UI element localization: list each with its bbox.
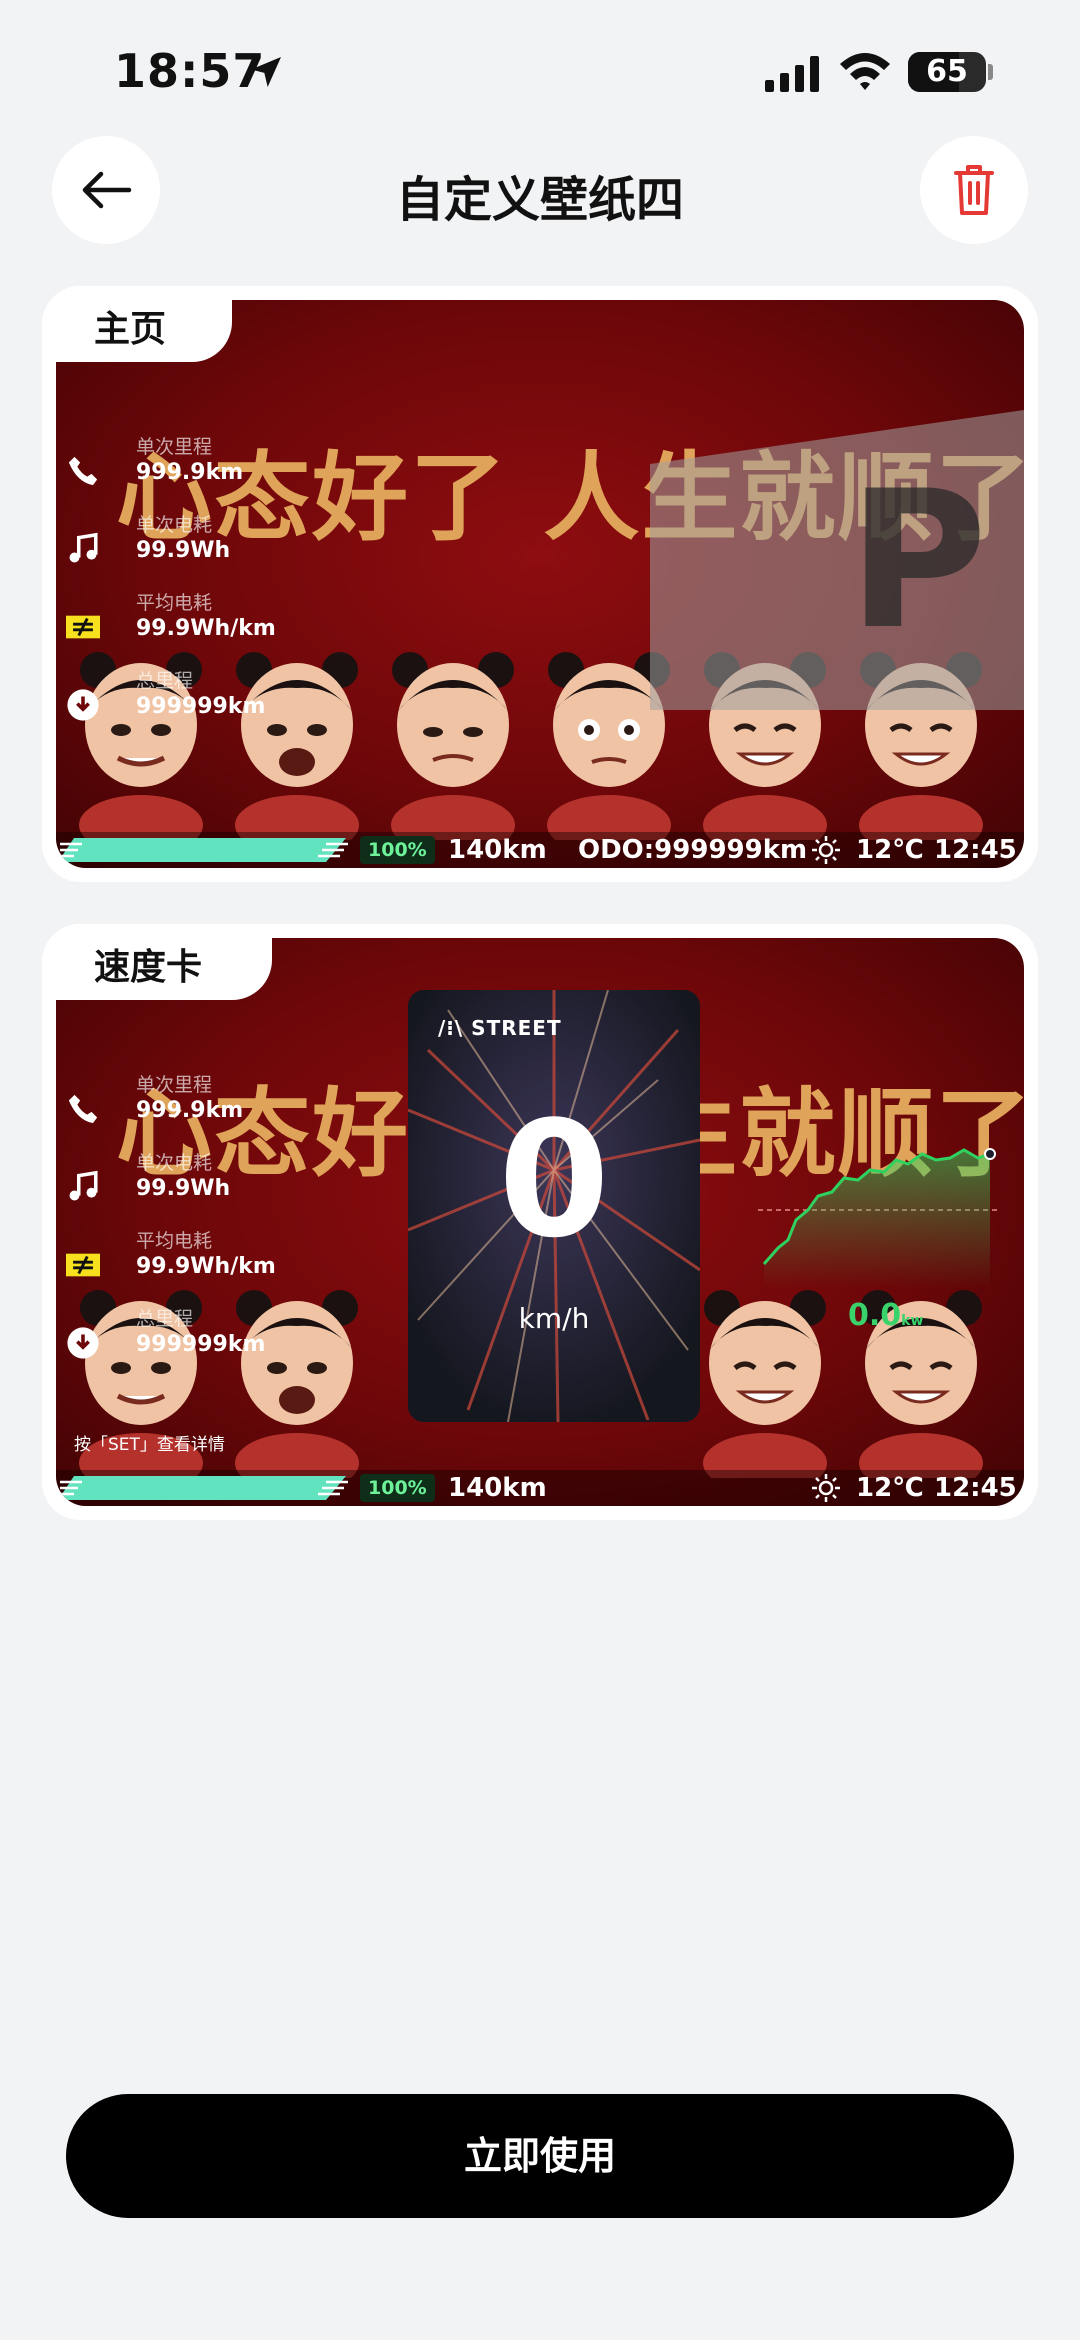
location-arrow-icon [251,57,281,87]
stat-average-consumption: 平均电耗 99.9Wh/km [66,588,276,666]
battery-gauge [58,1476,348,1500]
range-value: 140km [448,835,547,865]
speed-unit: km/h [518,1302,590,1335]
battery-gauge [58,838,348,862]
stat-value: 999.9km [136,460,244,485]
power-chart [758,1148,998,1288]
card-tag: 速度卡 [42,924,272,1000]
charge-badge: 100% [360,1474,435,1502]
stat-value: 99.9Wh/km [136,616,276,641]
character-figure [391,652,515,840]
delete-button[interactable] [920,136,1028,244]
music-note-icon [69,1170,98,1201]
status-bar: 18:57 65 [0,0,1080,140]
stat-label: 平均电耗 [136,1230,213,1252]
set-hint: 按「SET」查看详情 [74,1435,225,1455]
not-equal-icon [66,1253,100,1277]
wallpaper-preview: 心态好了 人生就顺了 P 单次里程 999.9km 单次电耗 99.9Wh 平均… [56,300,1024,868]
stat-label: 总里程 [136,670,194,692]
street-logo-icon: /⁝\ [438,1016,472,1040]
battery-cap [988,64,993,80]
sun-icon [812,836,840,864]
stat-total-distance: 总里程 999999km [66,666,266,744]
stat-label: 单次里程 [136,1074,213,1096]
sun-icon [812,1474,840,1502]
stat-label: 单次里程 [136,436,213,458]
stat-average-consumption: 平均电耗 99.9Wh/km [66,1226,276,1304]
charge-badge: 100% [360,836,435,864]
stat-value: 99.9Wh [136,538,231,563]
speed-value: 0 [498,1086,610,1273]
stat-value: 999999km [136,694,266,719]
stat-value: 99.9Wh [136,1176,231,1201]
download-circle-icon [67,1327,99,1359]
dashboard-bottom-bar: 100% 140km 12℃ 12:45 [56,1470,1024,1506]
stat-value: 999999km [136,1332,266,1357]
temperature-value: 12℃ [856,1473,924,1503]
clock-value: 12:45 [934,835,1017,865]
download-circle-icon [67,689,99,721]
wallpaper-card-home[interactable]: 主页 心态好了 人生就顺了 P 单次里程 999.9km 单次电耗 99.9Wh [42,286,1038,882]
wallpaper-card-speed[interactable]: 速度卡 心态好了 人生就顺了 /⁝\ STREET 0 km/h 0.0kw 单… [42,924,1038,1520]
speed-card: /⁝\ STREET 0 km/h [408,990,700,1422]
range-value: 140km [448,1473,547,1503]
stat-trip-consumption: 单次电耗 99.9Wh [66,510,266,588]
odometer-value: ODO:999999km [578,835,808,865]
power-value: 0.0 [848,1298,902,1333]
power-reading: 0.0kw [848,1298,923,1333]
status-time: 18:57 [114,44,266,98]
not-equal-icon [66,615,100,639]
stat-label: 单次电耗 [136,514,213,536]
stat-trip-consumption: 单次电耗 99.9Wh [66,1148,266,1226]
stat-trip-distance: 单次里程 999.9km [66,1070,266,1148]
phone-icon [68,1094,98,1124]
stat-trip-distance: 单次里程 999.9km [66,432,266,510]
stat-label: 单次电耗 [136,1152,213,1174]
use-now-button[interactable]: 立即使用 [66,2094,1014,2218]
stat-value: 99.9Wh/km [136,1254,276,1279]
cellular-signal-icon [765,56,819,92]
trash-icon [954,165,994,215]
battery-indicator: 65 [908,52,986,92]
clock-value: 12:45 [934,1473,1017,1503]
stat-label: 平均电耗 [136,592,213,614]
stat-value: 999.9km [136,1098,244,1123]
street-brand: /⁝\ STREET [438,1016,562,1040]
dashboard-bottom-bar: 100% 140km ODO:999999km 12℃ 12:45 [56,832,1024,868]
wallpaper-preview: 心态好了 人生就顺了 /⁝\ STREET 0 km/h 0.0kw 单次里程 … [56,938,1024,1506]
character-figure [703,1290,827,1478]
street-brand-label: STREET [471,1016,562,1040]
wifi-icon [840,53,890,90]
power-unit: kw [901,1313,924,1329]
page-title: 自定义壁纸四 [395,172,684,228]
music-note-icon [69,532,98,563]
card-tag: 主页 [42,286,232,362]
battery-percentage: 65 [926,54,968,89]
gear-indicator: P [848,450,988,671]
phone-icon [68,456,98,486]
stat-label: 总里程 [136,1308,194,1330]
stat-total-distance: 总里程 999999km [66,1304,266,1382]
temperature-value: 12℃ [856,835,924,865]
